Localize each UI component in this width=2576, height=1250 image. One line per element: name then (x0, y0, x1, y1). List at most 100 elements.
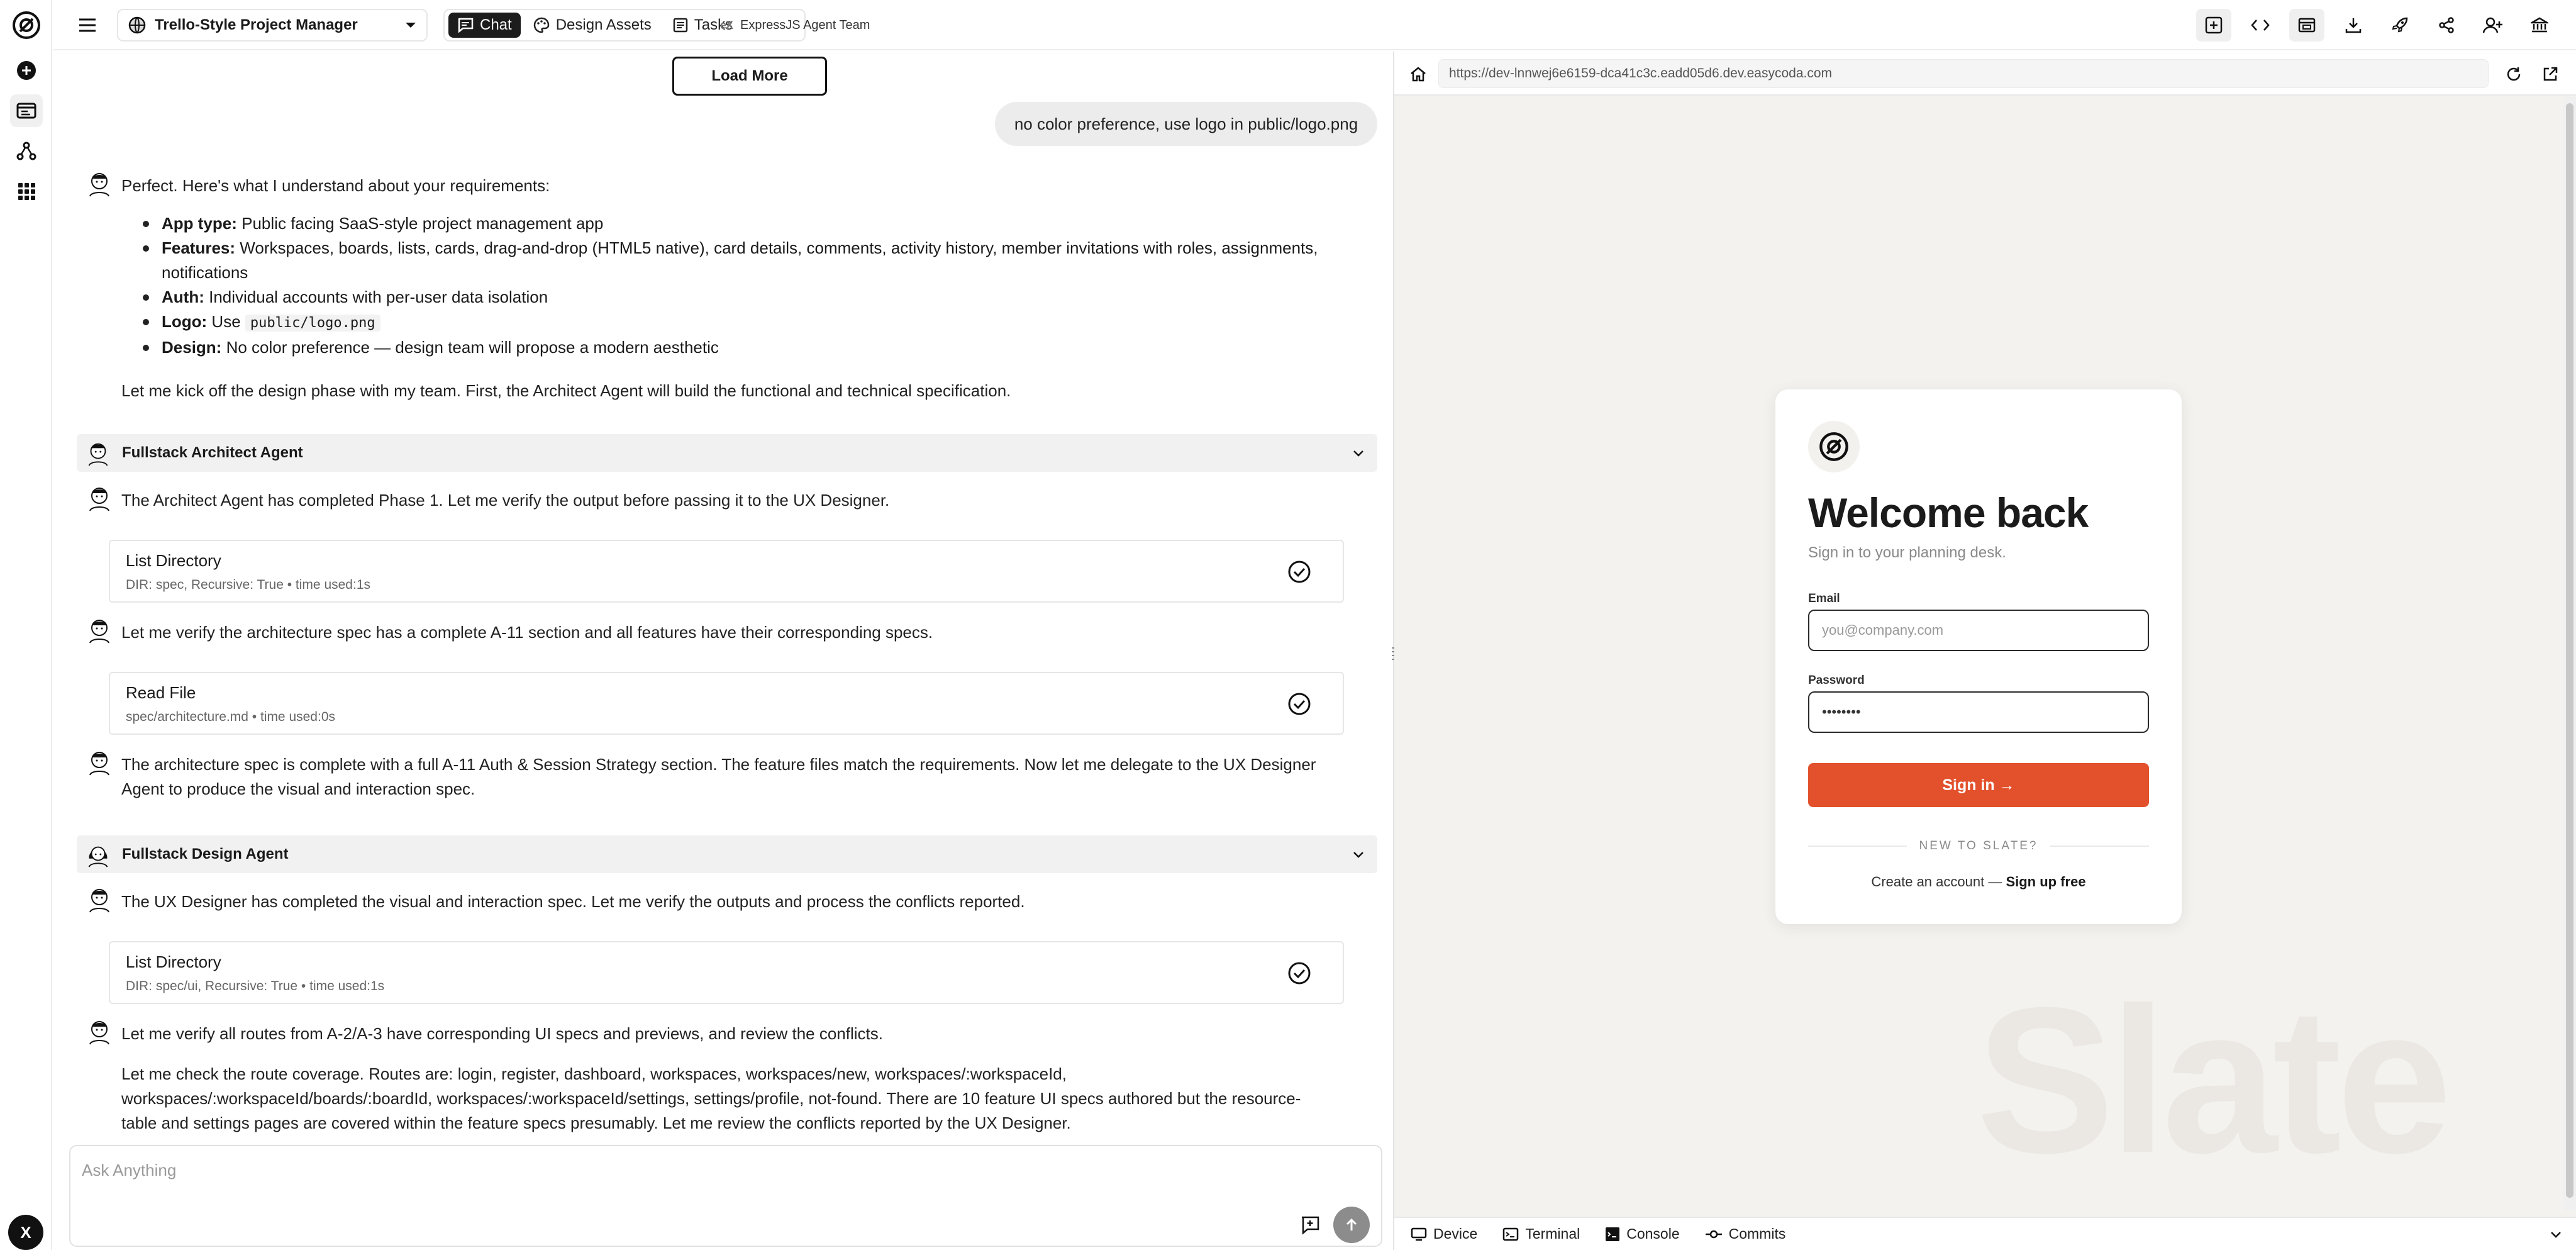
chat-icon (458, 18, 474, 33)
assistant-intro: Perfect. Here's what I understand about … (121, 176, 550, 195)
app-logo-icon (1808, 421, 1860, 472)
signup-row: Create an account — Sign up free (1775, 874, 2182, 890)
code-icon[interactable] (2243, 9, 2278, 42)
tool-meta: DIR: spec, Recursive: True • time used:1… (126, 578, 370, 592)
sign-in-button[interactable]: Sign in → (1808, 763, 2149, 807)
globe-icon (128, 16, 146, 34)
terminal-icon (1503, 1227, 1519, 1241)
top-actions (2196, 9, 2557, 42)
console-icon (1606, 1227, 1620, 1241)
check-circle-icon (1288, 693, 1311, 715)
projects-icon[interactable] (10, 94, 43, 127)
chevron-down-icon[interactable] (2548, 1227, 2563, 1242)
create-account-text: Create an account — (1871, 874, 2006, 890)
assistant-message: The UX Designer has completed the visual… (121, 892, 1025, 911)
tool-call-card[interactable]: Read File spec/architecture.md • time us… (109, 672, 1344, 735)
assistant-message: Let me verify the architecture spec has … (121, 623, 933, 642)
home-icon[interactable] (1406, 62, 1431, 87)
tool-call-card[interactable]: List Directory DIR: spec/ui, Recursive: … (109, 941, 1344, 1004)
add-panel-icon[interactable] (2196, 9, 2231, 42)
apps-icon[interactable] (10, 175, 43, 208)
email-field[interactable] (1808, 610, 2149, 651)
agent-name: Fullstack Design Agent (122, 845, 289, 862)
address-bar: https://dev-lnnwej6e6159-dca41c3c.eadd05… (1394, 52, 2576, 96)
login-subtitle: Sign in to your planning desk. (1808, 544, 2006, 561)
top-bar: Trello-Style Project Manager Chat Design… (53, 0, 2576, 50)
email-label: Email (1808, 592, 1840, 605)
reload-icon[interactable] (2501, 62, 2526, 87)
chevron-down-icon (1353, 852, 1363, 858)
hamburger-menu-icon[interactable] (75, 13, 100, 38)
project-name: Trello-Style Project Manager (155, 16, 358, 33)
network-icon[interactable] (10, 135, 43, 167)
agent-avatar-icon (89, 620, 109, 644)
chat-pane: Load More no color preference, use logo … (53, 52, 1393, 1143)
chat-input-box (69, 1145, 1382, 1247)
preview-icon[interactable] (2289, 9, 2324, 42)
agent-team-link[interactable]: eX ExpressJS Agent Team (720, 9, 870, 42)
requirements-list: App type: Public facing SaaS-style proje… (143, 211, 1393, 360)
signup-divider: NEW TO SLATE? (1808, 837, 2149, 855)
deploy-icon[interactable] (2382, 9, 2418, 42)
agent-avatar-icon (89, 488, 109, 511)
commits-icon (1705, 1230, 1722, 1238)
brand-watermark: Slate (1976, 964, 2452, 1196)
chat-input[interactable] (82, 1158, 1277, 1183)
list-item: Features: Workspaces, boards, lists, car… (143, 236, 1393, 285)
list-item: Design: No color preference — design tea… (143, 335, 1393, 360)
tab-chat[interactable]: Chat (448, 13, 521, 38)
team-label: ExpressJS Agent Team (740, 18, 870, 32)
logo-icon[interactable] (10, 9, 43, 42)
chevron-down-icon (1353, 450, 1363, 457)
preview-scrollbar[interactable] (2563, 97, 2576, 1210)
agent-name: Fullstack Architect Agent (122, 444, 303, 461)
device-icon (1411, 1227, 1427, 1241)
new-icon[interactable] (10, 54, 43, 87)
preview-bottom-bar: Device Terminal Console Commits (1394, 1217, 2576, 1250)
list-item: App type: Public facing SaaS-style proje… (143, 211, 1393, 236)
designer-avatar-icon (88, 846, 108, 868)
url-field[interactable]: https://dev-lnnwej6e6159-dca41c3c.eadd05… (1438, 59, 2489, 88)
tab-commits[interactable]: Commits (1705, 1225, 1786, 1242)
assistant-kickoff: Let me kick off the design phase with my… (121, 381, 1011, 400)
project-selector[interactable]: Trello-Style Project Manager (117, 9, 428, 42)
assistant-message: The architecture spec is complete with a… (121, 755, 1316, 798)
password-field[interactable] (1808, 691, 2149, 733)
share-icon[interactable] (2429, 9, 2464, 42)
user-avatar[interactable]: X (8, 1215, 43, 1250)
sign-up-link[interactable]: Sign up free (2006, 874, 2085, 890)
agent-section-architect[interactable]: Fullstack Architect Agent (77, 434, 1377, 472)
divider-text: NEW TO SLATE? (1919, 839, 2038, 852)
logo-path-code: public/logo.png (245, 315, 380, 332)
tab-design-assets[interactable]: Design Assets (525, 13, 660, 38)
tab-commits-label: Commits (1728, 1225, 1786, 1242)
assistant-message: The Architect Agent has completed Phase … (121, 491, 890, 510)
tab-console[interactable]: Console (1605, 1225, 1680, 1242)
tab-terminal[interactable]: Terminal (1502, 1225, 1580, 1242)
left-rail: X (0, 0, 52, 1250)
chevron-down-icon (406, 23, 416, 28)
load-more-button[interactable]: Load More (672, 57, 827, 96)
agent-section-design[interactable]: Fullstack Design Agent (77, 835, 1377, 873)
list-item: Logo: Use public/logo.png (143, 310, 1393, 335)
bank-icon[interactable] (2522, 9, 2557, 42)
agent-avatar-icon (89, 173, 109, 197)
tool-call-card[interactable]: List Directory DIR: spec, Recursive: Tru… (109, 540, 1344, 603)
assistant-message: Let me check the route coverage. Routes … (121, 1064, 1301, 1132)
tool-meta: spec/architecture.md • time used:0s (126, 710, 335, 724)
password-label: Password (1808, 674, 1865, 687)
open-external-icon[interactable] (2538, 62, 2563, 87)
login-card: Welcome back Sign in to your planning de… (1775, 389, 2182, 924)
tab-device[interactable]: Device (1411, 1225, 1477, 1242)
tab-design-assets-label: Design Assets (555, 16, 652, 33)
download-icon[interactable] (2336, 9, 2371, 42)
architect-avatar-icon (88, 443, 108, 466)
tasks-icon (673, 18, 688, 33)
tool-title: List Directory (126, 551, 221, 570)
send-button[interactable] (1333, 1207, 1370, 1243)
add-user-icon[interactable] (2475, 9, 2511, 42)
message-attach-icon[interactable] (1297, 1212, 1323, 1238)
agent-avatar-icon (89, 1021, 109, 1045)
assistant-message: Let me verify all routes from A-2/A-3 ha… (121, 1024, 884, 1043)
tab-terminal-label: Terminal (1525, 1225, 1580, 1242)
